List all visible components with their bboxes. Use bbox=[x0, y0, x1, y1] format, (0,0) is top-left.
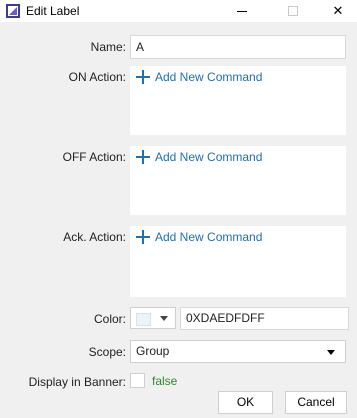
color-picker-button[interactable] bbox=[130, 307, 176, 329]
minimize-button[interactable] bbox=[219, 0, 265, 22]
close-icon: ✕ bbox=[332, 3, 344, 18]
display-in-banner-checkbox[interactable] bbox=[130, 373, 145, 388]
ack-action-label: Ack. Action: bbox=[63, 230, 126, 244]
ack-action-add-command-button[interactable]: Add New Command bbox=[136, 230, 262, 244]
chevron-down-icon bbox=[327, 350, 335, 355]
app-logo-icon bbox=[6, 4, 20, 18]
color-label: Color: bbox=[93, 312, 126, 326]
display-in-banner-value: false bbox=[152, 374, 178, 388]
plus-icon bbox=[136, 230, 150, 244]
scope-label: Scope: bbox=[88, 345, 126, 359]
add-command-label: Add New Command bbox=[155, 230, 263, 244]
off-action-add-command-button[interactable]: Add New Command bbox=[136, 150, 262, 164]
scope-select[interactable]: Group bbox=[130, 340, 346, 363]
off-action-label: OFF Action: bbox=[62, 150, 126, 164]
on-action-panel: Add New Command bbox=[130, 66, 346, 135]
plus-icon bbox=[136, 70, 150, 84]
display-in-banner-label: Display in Banner: bbox=[28, 375, 126, 389]
ok-button[interactable]: OK bbox=[218, 391, 273, 414]
add-command-label: Add New Command bbox=[155, 70, 263, 84]
on-action-label: ON Action: bbox=[68, 70, 126, 84]
cancel-button[interactable]: Cancel bbox=[285, 391, 347, 414]
plus-icon bbox=[136, 150, 150, 164]
ack-action-panel: Add New Command bbox=[130, 226, 346, 297]
name-label: Name: bbox=[90, 40, 126, 54]
add-command-label: Add New Command bbox=[155, 150, 263, 164]
on-action-add-command-button[interactable]: Add New Command bbox=[136, 70, 262, 84]
title-bar: Edit Label ✕ bbox=[0, 0, 357, 22]
name-input[interactable]: A bbox=[130, 35, 346, 59]
close-button[interactable]: ✕ bbox=[315, 0, 357, 22]
scope-value: Group bbox=[136, 344, 170, 358]
maximize-icon bbox=[288, 6, 298, 16]
off-action-panel: Add New Command bbox=[130, 146, 346, 215]
chevron-down-icon bbox=[160, 316, 168, 321]
color-value-input[interactable]: 0XDAEDFDFF bbox=[180, 307, 349, 330]
minimize-icon bbox=[237, 11, 247, 12]
maximize-button bbox=[269, 0, 315, 22]
color-swatch bbox=[136, 313, 151, 326]
window-title: Edit Label bbox=[26, 4, 80, 18]
